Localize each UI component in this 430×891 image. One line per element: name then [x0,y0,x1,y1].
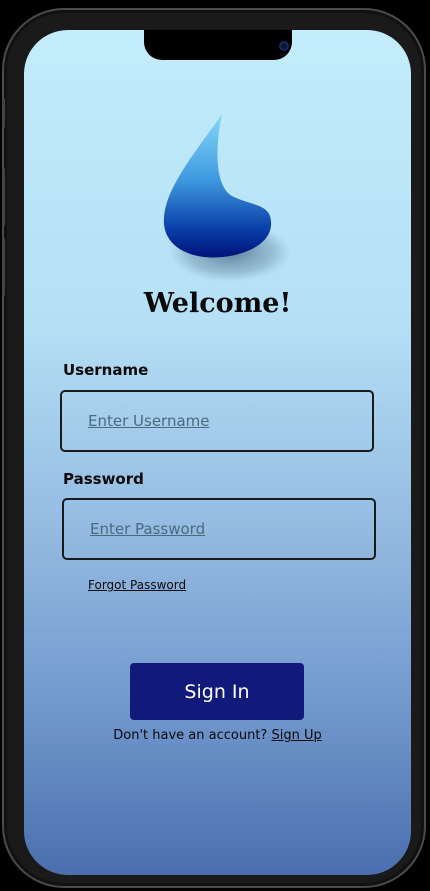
phone-frame: Welcome! Username Password Forgot Passwo… [2,8,426,888]
username-label: Username [63,361,149,379]
camera-icon [279,41,289,51]
water-drop-icon [163,114,292,282]
notch [144,30,292,60]
password-field[interactable] [62,498,376,560]
volume-up-button [2,168,5,226]
sign-in-button[interactable]: Sign In [130,663,304,720]
signup-row: Don't have an account? Sign Up [24,728,411,743]
volume-down-button [2,238,5,296]
signup-prompt: Don't have an account? [113,728,268,743]
welcome-title: Welcome! [143,288,292,319]
username-field[interactable] [60,390,374,452]
login-screen: Welcome! Username Password Forgot Passwo… [24,30,411,875]
logo-drop [163,114,272,258]
forgot-password-link[interactable]: Forgot Password [88,578,186,592]
username-input[interactable] [86,411,350,431]
sign-up-link[interactable]: Sign Up [271,728,321,743]
mute-switch [2,98,5,128]
password-label: Password [63,470,144,488]
password-input[interactable] [88,519,352,539]
